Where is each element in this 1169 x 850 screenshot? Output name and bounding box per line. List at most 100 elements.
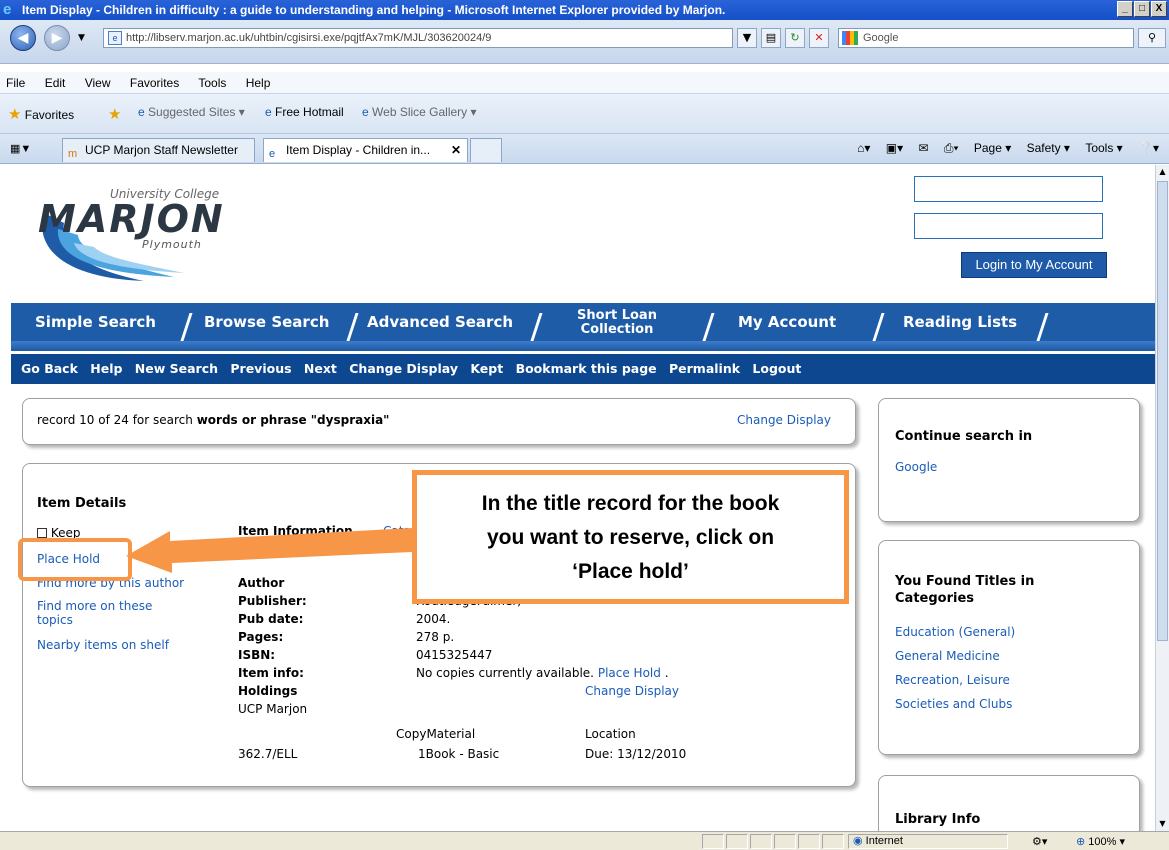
login-button[interactable]: Login to My Account bbox=[961, 252, 1107, 278]
feeds-icon[interactable]: ▣▾ bbox=[886, 141, 903, 155]
safety-menu[interactable]: Safety ▾ bbox=[1027, 141, 1070, 155]
zoom-icon: ⊕ bbox=[1076, 836, 1086, 848]
subnav-kept[interactable]: Kept bbox=[470, 361, 503, 376]
pin-field[interactable] bbox=[914, 213, 1103, 239]
tools-menu[interactable]: Tools ▾ bbox=[1085, 141, 1122, 155]
compatibility-icon[interactable]: ▤ bbox=[761, 28, 781, 48]
zoom-dropdown-icon: ▾ bbox=[1119, 836, 1126, 848]
menu-favorites[interactable]: Favorites bbox=[130, 76, 179, 90]
subnav-bookmark[interactable]: Bookmark this page bbox=[516, 361, 657, 376]
subnav-go-back[interactable]: Go Back bbox=[21, 361, 78, 376]
category-link[interactable]: Societies and Clubs bbox=[895, 697, 1012, 711]
user-id-field[interactable] bbox=[914, 176, 1103, 202]
protected-mode-icon[interactable]: ⚙▾ bbox=[1032, 835, 1047, 848]
publisher-label: Publisher: bbox=[238, 594, 307, 608]
subnav-next[interactable]: Next bbox=[304, 361, 337, 376]
category-link[interactable]: Recreation, Leisure bbox=[895, 673, 1010, 687]
category-link[interactable]: Education (General) bbox=[895, 625, 1015, 639]
search-icon[interactable]: ⚲ bbox=[1138, 28, 1166, 48]
item-info-place-hold-link[interactable]: Place Hold bbox=[598, 666, 661, 680]
google-icon bbox=[842, 31, 858, 45]
minimize-button[interactable]: _ bbox=[1117, 1, 1133, 17]
recent-pages-icon[interactable]: ▼ bbox=[78, 33, 85, 43]
star-icon: ★ bbox=[8, 106, 22, 123]
favorites-button[interactable]: ★ Favorites bbox=[8, 105, 74, 123]
add-favorite-icon[interactable]: ★ bbox=[108, 105, 121, 123]
menu-tools[interactable]: Tools bbox=[198, 76, 226, 90]
item-details-heading: Item Details bbox=[37, 496, 127, 511]
subnav-permalink[interactable]: Permalink bbox=[669, 361, 740, 376]
nav-short-loan-collection[interactable]: Short Loan Collection bbox=[563, 309, 671, 337]
subnav-help[interactable]: Help bbox=[90, 361, 122, 376]
help-icon[interactable]: ❔▾ bbox=[1138, 141, 1159, 155]
home-icon[interactable]: ⌂▾ bbox=[857, 141, 870, 155]
find-topics-line2: topics bbox=[37, 613, 73, 627]
close-tab-icon[interactable]: ✕ bbox=[451, 139, 461, 161]
zoom-control[interactable]: ⊕ 100% ▾ bbox=[1076, 835, 1125, 848]
location-header: Location bbox=[585, 727, 636, 741]
suggested-sites-link[interactable]: e Suggested Sites ▾ bbox=[138, 105, 245, 119]
tab-item-display[interactable]: e Item Display - Children in... ✕ bbox=[263, 138, 468, 162]
vertical-scrollbar[interactable]: ▲ ▼ bbox=[1155, 165, 1169, 831]
close-button[interactable]: X bbox=[1151, 1, 1167, 17]
suggested-sites-label: Suggested Sites ▾ bbox=[148, 105, 245, 119]
search-input[interactable]: Google bbox=[838, 28, 1134, 48]
quick-tabs-icon[interactable]: ▦▼ bbox=[10, 142, 31, 155]
holdings-change-display-link[interactable]: Change Display bbox=[585, 684, 679, 698]
record-query: words or phrase "dyspraxia" bbox=[196, 413, 390, 427]
menu-file[interactable]: File bbox=[6, 76, 25, 90]
nearby-items-link[interactable]: Nearby items on shelf bbox=[37, 638, 169, 652]
ie-logo-icon: e bbox=[3, 1, 12, 18]
forward-button[interactable]: ▶ bbox=[44, 25, 70, 51]
continue-search-heading: Continue search in bbox=[895, 429, 1033, 444]
free-hotmail-label: Free Hotmail bbox=[275, 105, 344, 119]
menu-help[interactable]: Help bbox=[246, 76, 271, 90]
nav-advanced-search[interactable]: Advanced Search bbox=[367, 303, 513, 341]
menu-edit[interactable]: Edit bbox=[45, 76, 66, 90]
catalog-link[interactable]: Cata bbox=[383, 524, 411, 538]
dropdown-icon[interactable]: ▼ bbox=[737, 28, 757, 48]
menu-bar: File Edit View Favorites Tools Help bbox=[0, 72, 1169, 94]
page-menu[interactable]: Page ▾ bbox=[974, 141, 1011, 155]
call-number: 362.7/ELL bbox=[238, 747, 298, 761]
menu-view[interactable]: View bbox=[85, 76, 111, 90]
google-link[interactable]: Google bbox=[895, 460, 937, 474]
scroll-down-icon[interactable]: ▼ bbox=[1156, 817, 1169, 831]
due-date: Due: 13/12/2010 bbox=[585, 747, 687, 761]
window-title: Item Display - Children in difficulty : … bbox=[22, 3, 726, 17]
address-url: http://libserv.marjon.ac.uk/uhtbin/cgisi… bbox=[126, 32, 492, 44]
stop-icon[interactable]: ✕ bbox=[809, 28, 829, 48]
scrollbar-thumb[interactable] bbox=[1157, 181, 1168, 641]
web-slice-gallery-link[interactable]: e Web Slice Gallery ▾ bbox=[362, 105, 477, 119]
page-icon: e bbox=[108, 31, 122, 45]
nav-simple-search[interactable]: Simple Search bbox=[35, 303, 156, 341]
window-controls: _ □ X bbox=[1117, 1, 1167, 17]
address-toolbar: ◀ ▶ ▼ e http://libserv.marjon.ac.uk/uhtb… bbox=[0, 20, 1169, 64]
tab-staff-newsletter[interactable]: m UCP Marjon Staff Newsletter bbox=[62, 138, 255, 162]
item-info-label: Item info: bbox=[238, 666, 304, 680]
new-tab-button[interactable] bbox=[470, 138, 502, 162]
holdings-label: Holdings bbox=[238, 684, 298, 698]
category-link[interactable]: General Medicine bbox=[895, 649, 1000, 663]
scroll-up-icon[interactable]: ▲ bbox=[1156, 165, 1169, 179]
back-button[interactable]: ◀ bbox=[10, 25, 36, 51]
free-hotmail-link[interactable]: e Free Hotmail bbox=[265, 105, 344, 119]
find-topics-link[interactable]: Find more on these topics bbox=[37, 599, 152, 627]
subnav-change-display[interactable]: Change Display bbox=[349, 361, 458, 376]
subnav-previous[interactable]: Previous bbox=[230, 361, 291, 376]
mail-icon[interactable]: ✉ bbox=[918, 141, 928, 155]
subnav-new-search[interactable]: New Search bbox=[135, 361, 218, 376]
nav-browse-search[interactable]: Browse Search bbox=[204, 303, 329, 341]
title-bar: e Item Display - Children in difficulty … bbox=[0, 0, 1169, 20]
change-display-link[interactable]: Change Display bbox=[737, 413, 831, 427]
nav-my-account[interactable]: My Account bbox=[738, 303, 836, 341]
subnav-logout[interactable]: Logout bbox=[752, 361, 801, 376]
logo-place: Plymouth bbox=[142, 238, 202, 251]
maximize-button[interactable]: □ bbox=[1134, 1, 1150, 17]
continue-search-panel: Continue search in Google bbox=[878, 398, 1140, 522]
nav-reading-lists[interactable]: Reading Lists bbox=[903, 303, 1017, 341]
address-input[interactable]: e http://libserv.marjon.ac.uk/uhtbin/cgi… bbox=[103, 28, 733, 48]
print-icon[interactable]: ⎙▾ bbox=[944, 141, 959, 155]
marjon-logo: University College MARJON Plymouth bbox=[30, 183, 270, 293]
refresh-icon[interactable]: ↻ bbox=[785, 28, 805, 48]
